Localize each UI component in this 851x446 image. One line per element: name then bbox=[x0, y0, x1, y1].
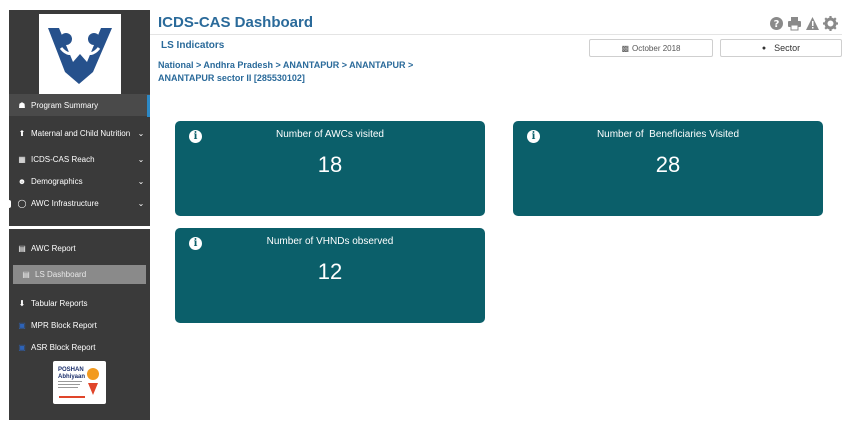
sidebar-item-label: Demographics bbox=[31, 176, 83, 186]
gear-icon[interactable] bbox=[823, 16, 838, 31]
svg-text:?: ? bbox=[774, 19, 780, 30]
active-indicator bbox=[147, 95, 150, 117]
sidebar-item-label: Maternal and Child Nutrition bbox=[31, 128, 131, 138]
kpi-card-title: Number of Beneficiaries Visited bbox=[596, 129, 740, 140]
download-icon: ⬇ bbox=[18, 298, 26, 308]
kpi-card-value: 18 bbox=[317, 152, 343, 177]
kpi-card-value: 12 bbox=[317, 259, 343, 284]
sidebar-item-program-summary[interactable]: ☗ Program Summary bbox=[9, 94, 150, 116]
sidebar-item-label: AWC Infrastructure bbox=[31, 198, 99, 208]
sidebar-item-asr-block-report[interactable]: ▣ ASR Block Report bbox=[9, 338, 150, 356]
sidebar-item-label: MPR Block Report bbox=[31, 320, 97, 330]
sidebar-item-label: Tabular Reports bbox=[31, 298, 88, 308]
bar-chart-icon: ▦ bbox=[18, 154, 26, 164]
sidebar-item-label: Program Summary bbox=[31, 100, 99, 110]
dashboard-icon: ▤ bbox=[22, 270, 30, 279]
chevron-down-icon: ⌄ bbox=[137, 128, 145, 138]
sidebar-item-label: ASR Block Report bbox=[31, 342, 96, 352]
poshan-logo-graphic: POSHAN Abhiyaan bbox=[58, 367, 99, 398]
icds-logo[interactable] bbox=[39, 14, 121, 96]
month-filter[interactable]: ▩ October 2018 bbox=[589, 39, 713, 57]
pin-icon: ⬆ bbox=[18, 128, 26, 138]
sidebar-item-tabular-reports[interactable]: ⬇ Tabular Reports bbox=[9, 294, 150, 312]
kpi-card-beneficiaries-visited[interactable]: i Number of Beneficiaries Visited 28 bbox=[513, 121, 823, 216]
sidebar-item-demographics[interactable]: ☻ Demographics ⌄ bbox=[9, 172, 150, 190]
icds-logo-graphic bbox=[48, 28, 112, 84]
location-filter[interactable]: ● Sector bbox=[720, 39, 842, 57]
sidebar-item-label: AWC Report bbox=[31, 243, 76, 253]
sidebar-item-mpr-block-report[interactable]: ▣ MPR Block Report bbox=[9, 316, 150, 334]
top-toolbar: ? bbox=[769, 16, 838, 31]
sidebar-divider bbox=[9, 226, 150, 229]
kpi-card-title: Number of AWCs visited bbox=[276, 129, 384, 140]
home-icon: ☗ bbox=[18, 100, 26, 110]
bulb-icon: ◯ bbox=[17, 198, 27, 208]
location-filter-value: Sector bbox=[774, 43, 801, 53]
sidebar-item-label: LS Dashboard bbox=[35, 270, 87, 279]
sidebar-toggle-handle[interactable] bbox=[6, 200, 11, 208]
sidebar: ☗ Program Summary ⬆ Maternal and Child N… bbox=[9, 10, 150, 420]
location-pin-icon: ● bbox=[761, 44, 767, 52]
dashboard-root: ☗ Program Summary ⬆ Maternal and Child N… bbox=[0, 0, 851, 446]
chevron-down-icon: ⌄ bbox=[137, 176, 145, 186]
breadcrumb[interactable]: National > Andhra Pradesh > ANANTAPUR > … bbox=[158, 59, 458, 85]
poshan-abhiyaan-logo: POSHAN Abhiyaan bbox=[53, 361, 106, 404]
kpi-card-title: Number of VHNDs observed bbox=[266, 236, 394, 247]
sidebar-item-awc-infrastructure[interactable]: ◯ AWC Infrastructure ⌄ bbox=[9, 194, 150, 212]
kpi-card-value: 28 bbox=[655, 152, 681, 177]
sidebar-item-icds-cas-reach[interactable]: ▦ ICDS-CAS Reach ⌄ bbox=[9, 150, 150, 168]
kpi-card-awcs-visited[interactable]: i Number of AWCs visited 18 bbox=[175, 121, 485, 216]
report-icon: ▤ bbox=[18, 243, 26, 253]
block-report-icon: ▣ bbox=[18, 342, 26, 352]
poshan-line1: POSHAN bbox=[58, 367, 84, 373]
help-icon[interactable]: ? bbox=[769, 16, 784, 31]
warning-icon[interactable] bbox=[805, 16, 820, 31]
poshan-line2: Abhiyaan bbox=[58, 374, 85, 380]
chevron-down-icon: ⌄ bbox=[137, 198, 145, 208]
users-icon: ☻ bbox=[17, 176, 27, 186]
print-icon[interactable] bbox=[787, 16, 802, 31]
app-title: ICDS-CAS Dashboard bbox=[158, 14, 314, 31]
page-subtitle: LS Indicators bbox=[161, 40, 225, 51]
sidebar-item-awc-report[interactable]: ▤ AWC Report bbox=[9, 239, 150, 257]
sidebar-item-maternal-child-nutrition[interactable]: ⬆ Maternal and Child Nutrition ⌄ bbox=[9, 120, 150, 146]
sidebar-item-label: ICDS-CAS Reach bbox=[31, 154, 95, 164]
header-divider bbox=[150, 34, 842, 35]
calendar-icon: ▩ bbox=[621, 43, 630, 53]
kpi-card-vhnds-observed[interactable]: i Number of VHNDs observed 12 bbox=[175, 228, 485, 323]
month-filter-value: October 2018 bbox=[632, 43, 681, 53]
chevron-down-icon: ⌄ bbox=[137, 154, 145, 164]
sidebar-item-ls-dashboard[interactable]: ▤ LS Dashboard bbox=[13, 265, 146, 284]
block-report-icon: ▣ bbox=[18, 320, 26, 330]
